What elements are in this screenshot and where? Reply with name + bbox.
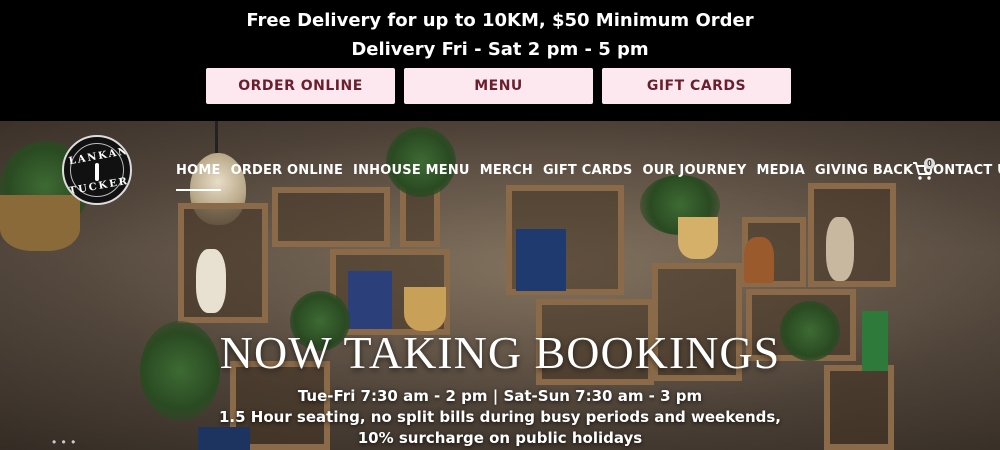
vase-decoration <box>744 237 774 283</box>
nav-item-our-journey[interactable]: OUR JOURNEY <box>642 163 746 183</box>
nav-item-giving-back[interactable]: GIVING BACK <box>815 163 913 183</box>
nav-item-inhouse-menu[interactable]: INHOUSE MENU <box>353 163 470 183</box>
opening-hours: Tue-Fri 7:30 am - 2 pm | Sat-Sun 7:30 am… <box>297 387 703 405</box>
hanging-basket <box>0 195 80 251</box>
figurine-decoration <box>196 249 226 313</box>
seating-note: 1.5 Hour seating, no split bills during … <box>218 408 782 426</box>
delivery-hours: Delivery Fri - Sat 2 pm - 5 pm <box>351 39 649 60</box>
figurine-decoration <box>826 217 854 281</box>
gift-cards-button[interactable]: GIFT CARDS <box>602 68 791 104</box>
nav-item-home[interactable]: HOME <box>176 163 221 191</box>
lankan-tucker-logo[interactable]: LANKAN TUCKER <box>62 135 132 205</box>
more-options-icon[interactable]: • • • <box>52 435 76 449</box>
nav-item-merch[interactable]: MERCH <box>480 163 533 183</box>
hero-headline: NOW TAKING BOOKINGS <box>219 327 781 378</box>
surcharge-note: 10% surcharge on public holidays <box>357 429 643 447</box>
pot-decoration <box>404 287 446 331</box>
nav-item-order-online[interactable]: ORDER ONLINE <box>231 163 343 183</box>
menu-button[interactable]: MENU <box>404 68 593 104</box>
pot-decoration <box>678 217 718 259</box>
plant-decoration <box>386 127 456 197</box>
cart-count-badge: 0 <box>924 158 935 169</box>
hero-section: LANKAN TUCKER HOME ORDER ONLINE INHOUSE … <box>0 121 1000 450</box>
book-decoration <box>348 271 392 329</box>
order-online-button[interactable]: ORDER ONLINE <box>206 68 395 104</box>
nav-item-contact-us[interactable]: CONTACT US <box>923 163 1000 183</box>
book-decoration <box>516 229 566 291</box>
nav-item-gift-cards[interactable]: GIFT CARDS <box>543 163 633 183</box>
logo-figure-icon <box>95 163 99 181</box>
main-navigation: HOME ORDER ONLINE INHOUSE MENU MERCH GIF… <box>176 163 1000 191</box>
lamp-cord <box>215 121 218 155</box>
nav-item-media[interactable]: MEDIA <box>756 163 805 183</box>
delivery-announcement: Free Delivery for up to 10KM, $50 Minimu… <box>246 10 754 31</box>
shelf-box <box>272 187 390 247</box>
announcement-bar: Free Delivery for up to 10KM, $50 Minimu… <box>0 0 1000 121</box>
